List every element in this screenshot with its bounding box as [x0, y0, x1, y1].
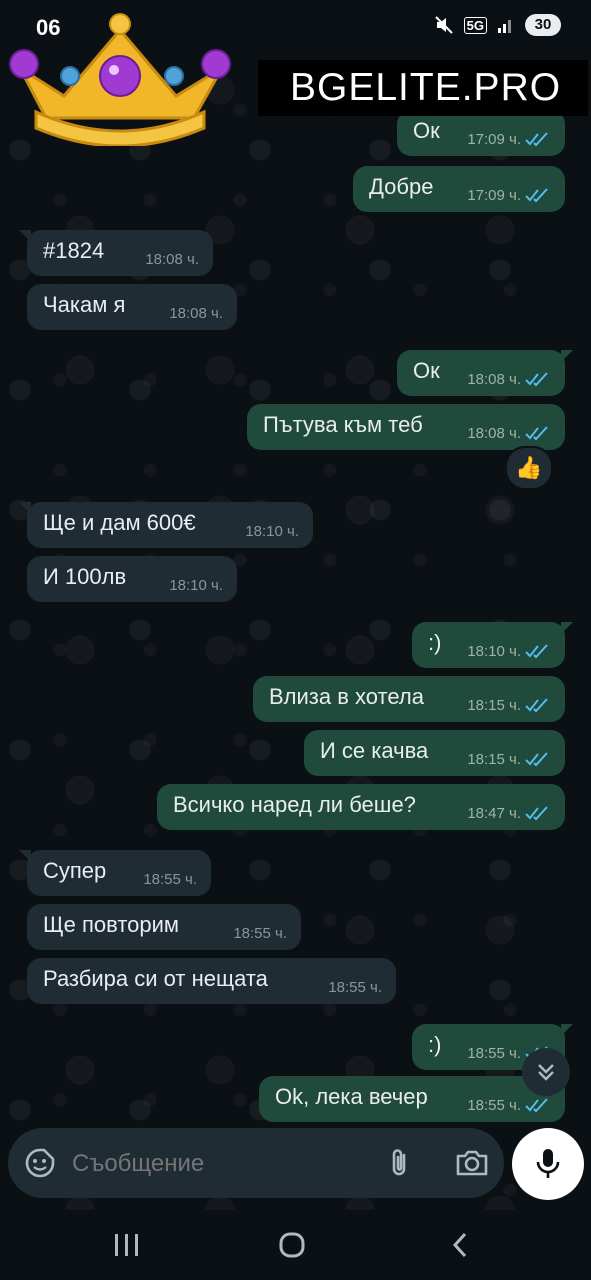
sticker-button[interactable]	[24, 1147, 56, 1179]
home-icon	[279, 1232, 305, 1258]
message-time: 18:55 ч.	[328, 979, 382, 996]
camera-button[interactable]	[454, 1147, 490, 1179]
message-bubble-outgoing[interactable]: :) 18:10 ч.	[412, 622, 573, 668]
attach-button[interactable]	[384, 1147, 416, 1179]
system-navigation-bar	[0, 1210, 591, 1280]
message-bubble-outgoing[interactable]: Всичко наред ли беше? 18:47 ч.	[157, 784, 565, 830]
camera-icon	[456, 1150, 488, 1176]
read-ticks-icon	[525, 698, 548, 713]
message-bubble-outgoing[interactable]: Ок 17:09 ч.	[397, 110, 565, 156]
bubble-tail	[19, 850, 31, 862]
read-ticks-icon	[525, 644, 548, 659]
message-bubble-outgoing[interactable]: И се качва 18:15 ч.	[304, 730, 565, 776]
back-button[interactable]	[440, 1230, 480, 1260]
battery-indicator: 30	[525, 14, 561, 36]
read-ticks-icon	[525, 1098, 548, 1113]
message-composer[interactable]	[8, 1128, 504, 1198]
recent-apps-button[interactable]	[107, 1230, 147, 1260]
network-type-label: 5G	[463, 16, 487, 34]
scroll-to-bottom-button[interactable]	[522, 1048, 570, 1096]
message-input[interactable]	[70, 1143, 374, 1185]
message-time: 18:10 ч.	[169, 577, 223, 594]
thumbs-up-reaction[interactable]: 👍	[505, 446, 553, 490]
message-bubble-incoming[interactable]: Ще и дам 600€ 18:10 ч.	[19, 502, 313, 548]
message-bubble-incoming[interactable]: #1824 18:08 ч.	[19, 230, 213, 276]
message-bubble-incoming[interactable]: Ще повторим 18:55 ч.	[27, 904, 301, 950]
double-chevron-down-icon	[538, 1064, 554, 1081]
read-ticks-icon	[525, 806, 548, 821]
message-time: 18:15 ч.	[467, 751, 521, 768]
bubble-tail	[19, 230, 31, 242]
back-icon	[452, 1232, 467, 1258]
message-time: 18:47 ч.	[467, 805, 521, 822]
message-time: 18:10 ч.	[245, 523, 299, 540]
message-list[interactable]: Ок 17:09 ч. Добре 17:09 ч. #1824 18:08 ч…	[0, 0, 591, 1128]
home-button[interactable]	[272, 1230, 312, 1260]
message-time: 18:08 ч.	[145, 251, 199, 268]
read-ticks-icon	[525, 188, 548, 203]
bubble-tail	[19, 502, 31, 514]
read-ticks-icon	[525, 372, 548, 387]
bubble-tail	[561, 622, 573, 634]
message-bubble-outgoing[interactable]: Влиза в хотела 18:15 ч.	[253, 676, 565, 722]
read-ticks-icon	[525, 426, 548, 441]
message-bubble-incoming[interactable]: И 100лв 18:10 ч.	[27, 556, 237, 602]
voice-message-button[interactable]	[512, 1128, 584, 1200]
mute-icon	[434, 16, 453, 34]
message-time: 18:15 ч.	[467, 697, 521, 714]
message-bubble-incoming[interactable]: Разбира си от нещата 18:55 ч.	[27, 958, 396, 1004]
message-time: 18:55 ч.	[467, 1097, 521, 1114]
message-time: 18:55 ч.	[233, 925, 287, 942]
message-bubble-outgoing[interactable]: Ок 18:08 ч.	[397, 350, 573, 396]
message-bubble-outgoing[interactable]: Добре 17:09 ч.	[353, 166, 565, 212]
bubble-tail	[561, 1024, 573, 1036]
message-time: 18:08 ч.	[467, 425, 521, 442]
message-time: 18:55 ч.	[143, 871, 197, 888]
message-bubble-outgoing[interactable]: Ok, лека вечер 18:55 ч.	[259, 1076, 565, 1122]
message-time: 18:55 ч.	[467, 1045, 521, 1062]
bubble-tail	[561, 350, 573, 362]
read-ticks-icon	[525, 132, 548, 147]
crown-sticker-icon	[9, 13, 231, 146]
message-time: 18:08 ч.	[467, 371, 521, 388]
message-text: Добре	[369, 174, 434, 199]
message-bubble-incoming[interactable]: Супер 18:55 ч.	[19, 850, 211, 896]
sticker-smiley-icon	[25, 1148, 55, 1178]
message-time: 18:08 ч.	[169, 305, 223, 322]
watermark-banner: BGELITE.PRO	[258, 60, 588, 116]
recent-apps-icon	[115, 1234, 138, 1256]
message-bubble-incoming[interactable]: Чакам я 18:08 ч.	[27, 284, 237, 330]
paperclip-icon	[392, 1149, 406, 1176]
status-icons: 5G 30	[434, 14, 561, 36]
message-time: 17:09 ч.	[467, 187, 521, 204]
microphone-icon	[536, 1149, 560, 1178]
signal-icon	[498, 20, 511, 33]
message-bubble-outgoing[interactable]: Пътува към теб 18:08 ч.	[247, 404, 565, 450]
message-time: 18:10 ч.	[467, 643, 521, 660]
message-time: 17:09 ч.	[467, 131, 521, 148]
read-ticks-icon	[525, 752, 548, 767]
